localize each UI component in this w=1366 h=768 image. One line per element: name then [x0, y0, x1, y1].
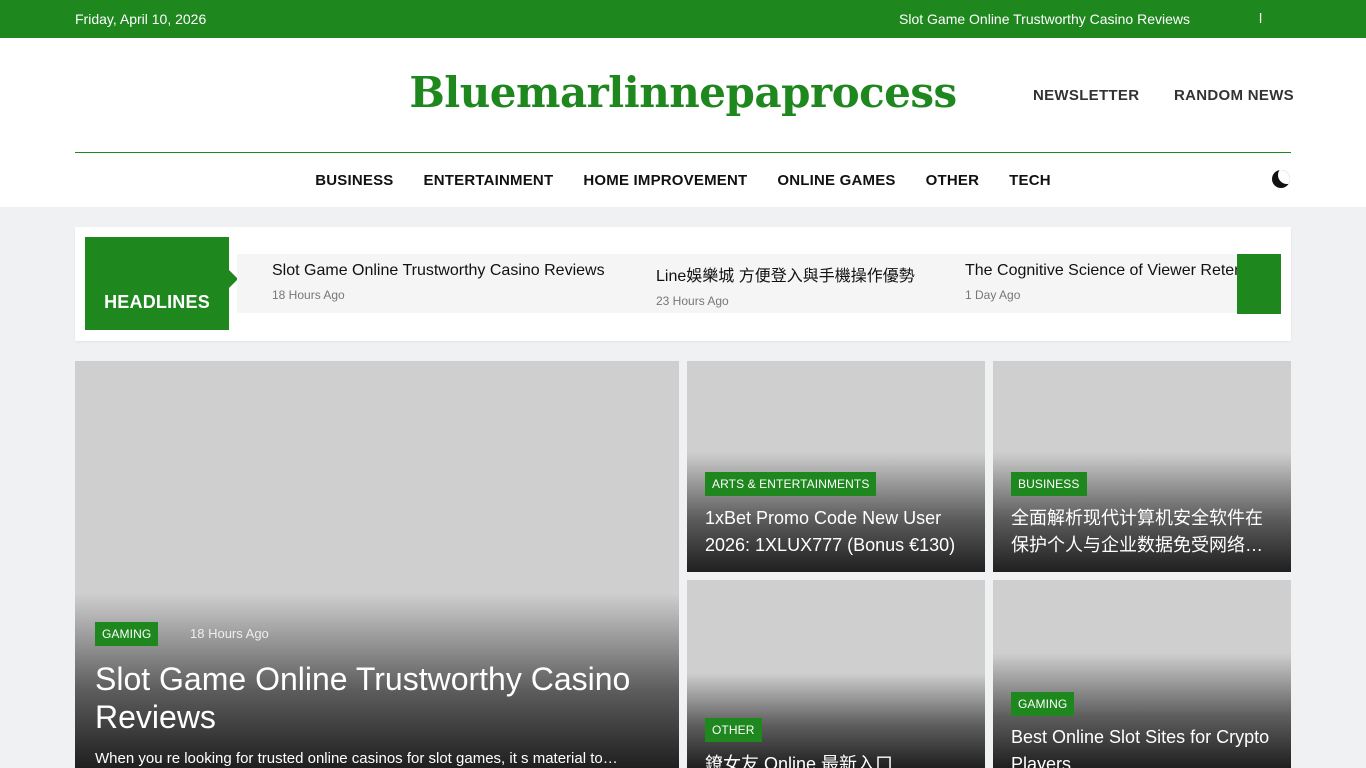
- category-badge[interactable]: BUSINESS: [1011, 472, 1087, 496]
- category-badge[interactable]: ARTS & ENTERTAINMENTS: [705, 472, 877, 496]
- main-nav: BUSINESS ENTERTAINMENT HOME IMPROVEMENT …: [0, 172, 1366, 189]
- current-date: Friday, April 10, 2026: [75, 11, 207, 27]
- post-title[interactable]: 全面解析现代计算机安全软件在保护个人与企业数据免受网络威胁中的重要作用: [1011, 505, 1273, 559]
- post-title[interactable]: Slot Game Online Trustworthy Casino Revi…: [95, 660, 655, 736]
- nav-other[interactable]: OTHER: [926, 172, 980, 189]
- category-badge[interactable]: OTHER: [705, 718, 762, 742]
- nav-online-games[interactable]: ONLINE GAMES: [777, 172, 895, 189]
- nav-tech[interactable]: TECH: [1009, 172, 1051, 189]
- nav-entertainment[interactable]: ENTERTAINMENT: [424, 172, 554, 189]
- post-title[interactable]: Best Online Slot Sites for Crypto Player…: [1011, 724, 1273, 768]
- featured-post-card[interactable]: GAMING 18 Hours Ago Slot Game Online Tru…: [75, 361, 679, 768]
- category-badge[interactable]: GAMING: [1011, 692, 1075, 716]
- moon-icon[interactable]: [1272, 170, 1290, 188]
- headline-item[interactable]: Slot Game Online Trustworthy Casino Revi…: [272, 262, 605, 302]
- post-title[interactable]: 鐐女友 Online 最新入口: [705, 751, 967, 768]
- headline-time: 18 Hours Ago: [272, 288, 345, 302]
- headline-item[interactable]: Line娛樂城 方便登入與手機操作優勢 23 Hours Ago: [656, 262, 915, 308]
- top-ticker-link[interactable]: Slot Game Online Trustworthy Casino Revi…: [899, 11, 1190, 27]
- headline-title[interactable]: Line娛樂城 方便登入與手機操作優勢: [656, 262, 915, 286]
- site-title[interactable]: Bluemarlinnepaprocess: [0, 68, 1366, 117]
- post-card[interactable]: BUSINESS 全面解析现代计算机安全软件在保护个人与企业数据免受网络威胁中的…: [993, 361, 1291, 572]
- post-card[interactable]: GAMING Best Online Slot Sites for Crypto…: [993, 580, 1291, 768]
- random-news-link[interactable]: RANDOM NEWS: [1174, 87, 1294, 104]
- post-excerpt: When you re looking for trusted online c…: [95, 750, 618, 767]
- ticker-separator: l: [1259, 10, 1263, 26]
- headlines-track: Slot Game Online Trustworthy Casino Revi…: [237, 254, 1237, 313]
- headlines-next-button[interactable]: [1237, 254, 1281, 314]
- headline-title[interactable]: The Cognitive Science of Viewer Reten: [965, 262, 1237, 280]
- nav-home-improvement[interactable]: HOME IMPROVEMENT: [583, 172, 747, 189]
- headline-title[interactable]: Slot Game Online Trustworthy Casino Revi…: [272, 262, 605, 280]
- headline-item[interactable]: The Cognitive Science of Viewer Reten 1 …: [965, 262, 1237, 302]
- post-time: 18 Hours Ago: [190, 626, 269, 641]
- post-title[interactable]: 1xBet Promo Code New User 2026: 1XLUX777…: [705, 505, 967, 559]
- post-card[interactable]: OTHER 鐐女友 Online 最新入口: [687, 580, 985, 768]
- nav-business[interactable]: BUSINESS: [315, 172, 393, 189]
- category-badge[interactable]: GAMING: [95, 622, 159, 646]
- headline-time: 1 Day Ago: [965, 288, 1021, 302]
- header-divider: [75, 152, 1291, 153]
- site-header: Bluemarlinnepaprocess NEWSLETTER RANDOM …: [0, 38, 1366, 207]
- top-bar: Friday, April 10, 2026 Slot Game Online …: [0, 0, 1366, 38]
- newsletter-link[interactable]: NEWSLETTER: [1033, 87, 1139, 104]
- headlines-ticker: HEADLINES Slot Game Online Trustworthy C…: [75, 227, 1291, 341]
- headline-time: 23 Hours Ago: [656, 294, 729, 308]
- post-card[interactable]: ARTS & ENTERTAINMENTS 1xBet Promo Code N…: [687, 361, 985, 572]
- headlines-label: HEADLINES: [85, 237, 238, 330]
